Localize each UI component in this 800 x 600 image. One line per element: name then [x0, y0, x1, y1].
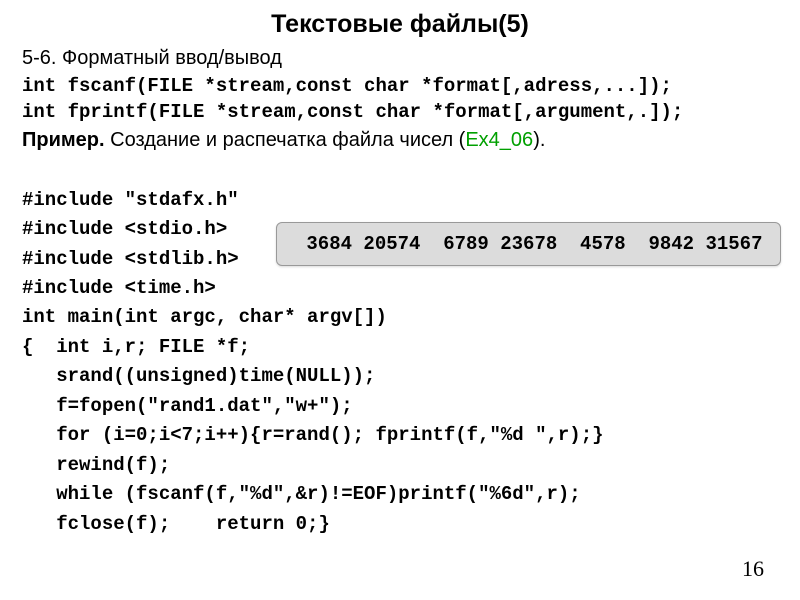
example-text: Создание и распечатка файла чисел ( [105, 129, 466, 151]
code-line: f=fopen("rand1.dat","w+"); [22, 395, 353, 417]
code-line: for (i=0;i<7;i++){r=rand(); fprintf(f,"%… [22, 424, 604, 446]
output-box: 3684 20574 6789 23678 4578 9842 31567 [276, 222, 781, 266]
code-line: fclose(f); return 0;} [22, 513, 330, 535]
code-line: srand((unsigned)time(NULL)); [22, 365, 375, 387]
code-line: while (fscanf(f,"%d",&r)!=EOF)printf("%6… [22, 483, 581, 505]
example-description: Пример. Создание и распечатка файла чисе… [22, 129, 778, 152]
code-line: #include <stdlib.h> [22, 248, 239, 270]
example-label: Пример. [22, 129, 105, 151]
slide-title: Текстовые файлы(5) [22, 10, 778, 39]
code-line: { int i,r; FILE *f; [22, 336, 250, 358]
code-line: #include "stdafx.h" [22, 189, 239, 211]
slide: Текстовые файлы(5) 5-6. Форматный ввод/в… [0, 0, 800, 600]
code-line: rewind(f); [22, 454, 170, 476]
fprintf-signature: int fprintf(FILE *stream,const char *for… [22, 100, 778, 126]
output-text: 3684 20574 6789 23678 4578 9842 31567 [295, 233, 762, 255]
example-tail: ). [533, 129, 545, 151]
code-line: int main(int argc, char* argv[]) [22, 306, 387, 328]
section-heading: 5-6. Форматный ввод/вывод [22, 47, 778, 70]
page-number: 16 [742, 556, 764, 582]
example-ref: Ex4_06 [465, 129, 533, 151]
code-line: #include <time.h> [22, 277, 216, 299]
code-line: #include <stdio.h> [22, 218, 227, 240]
code-listing: #include "stdafx.h" #include <stdio.h> #… [22, 156, 778, 539]
fscanf-signature: int fscanf(FILE *stream,const char *form… [22, 74, 778, 100]
